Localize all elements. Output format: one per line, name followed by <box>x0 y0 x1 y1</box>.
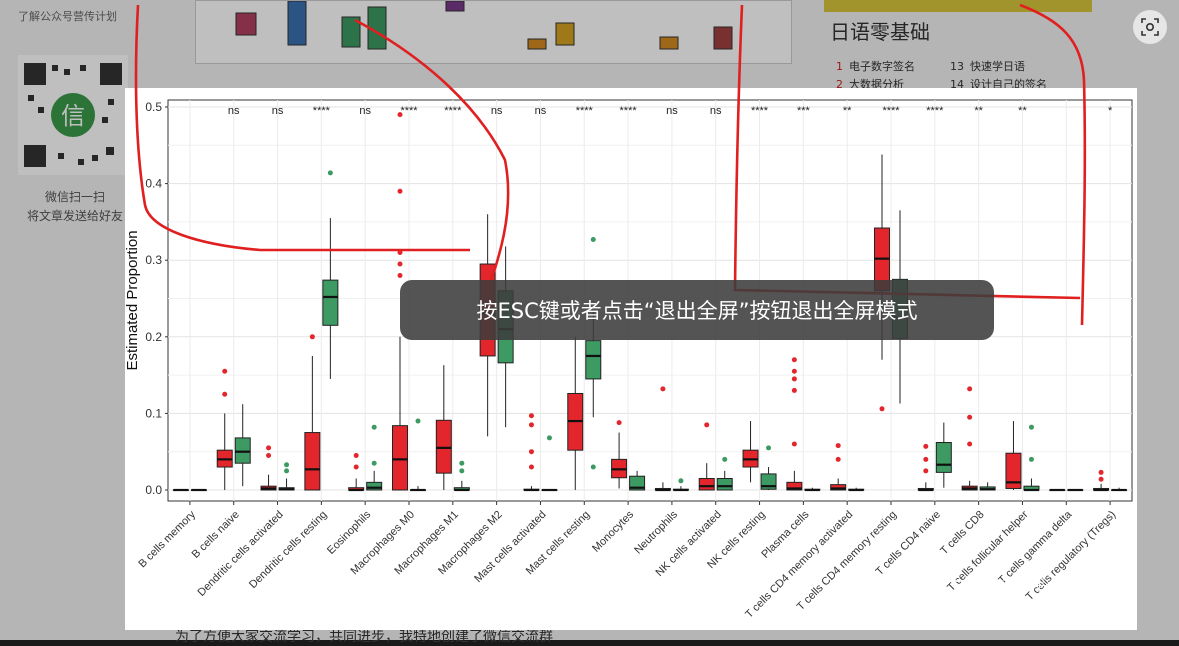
fullscreen-toast: 按ESC键或者点击“退出全屏”按钮退出全屏模式 <box>400 280 994 340</box>
watermark-line-1: 生信交流平台 <box>972 576 1063 594</box>
watermark: 生信交流平台 ID:78287031 <box>972 576 1069 612</box>
watermark-logo-icon <box>938 580 970 616</box>
watermark-line-2: ID:78287031 <box>972 594 1070 612</box>
